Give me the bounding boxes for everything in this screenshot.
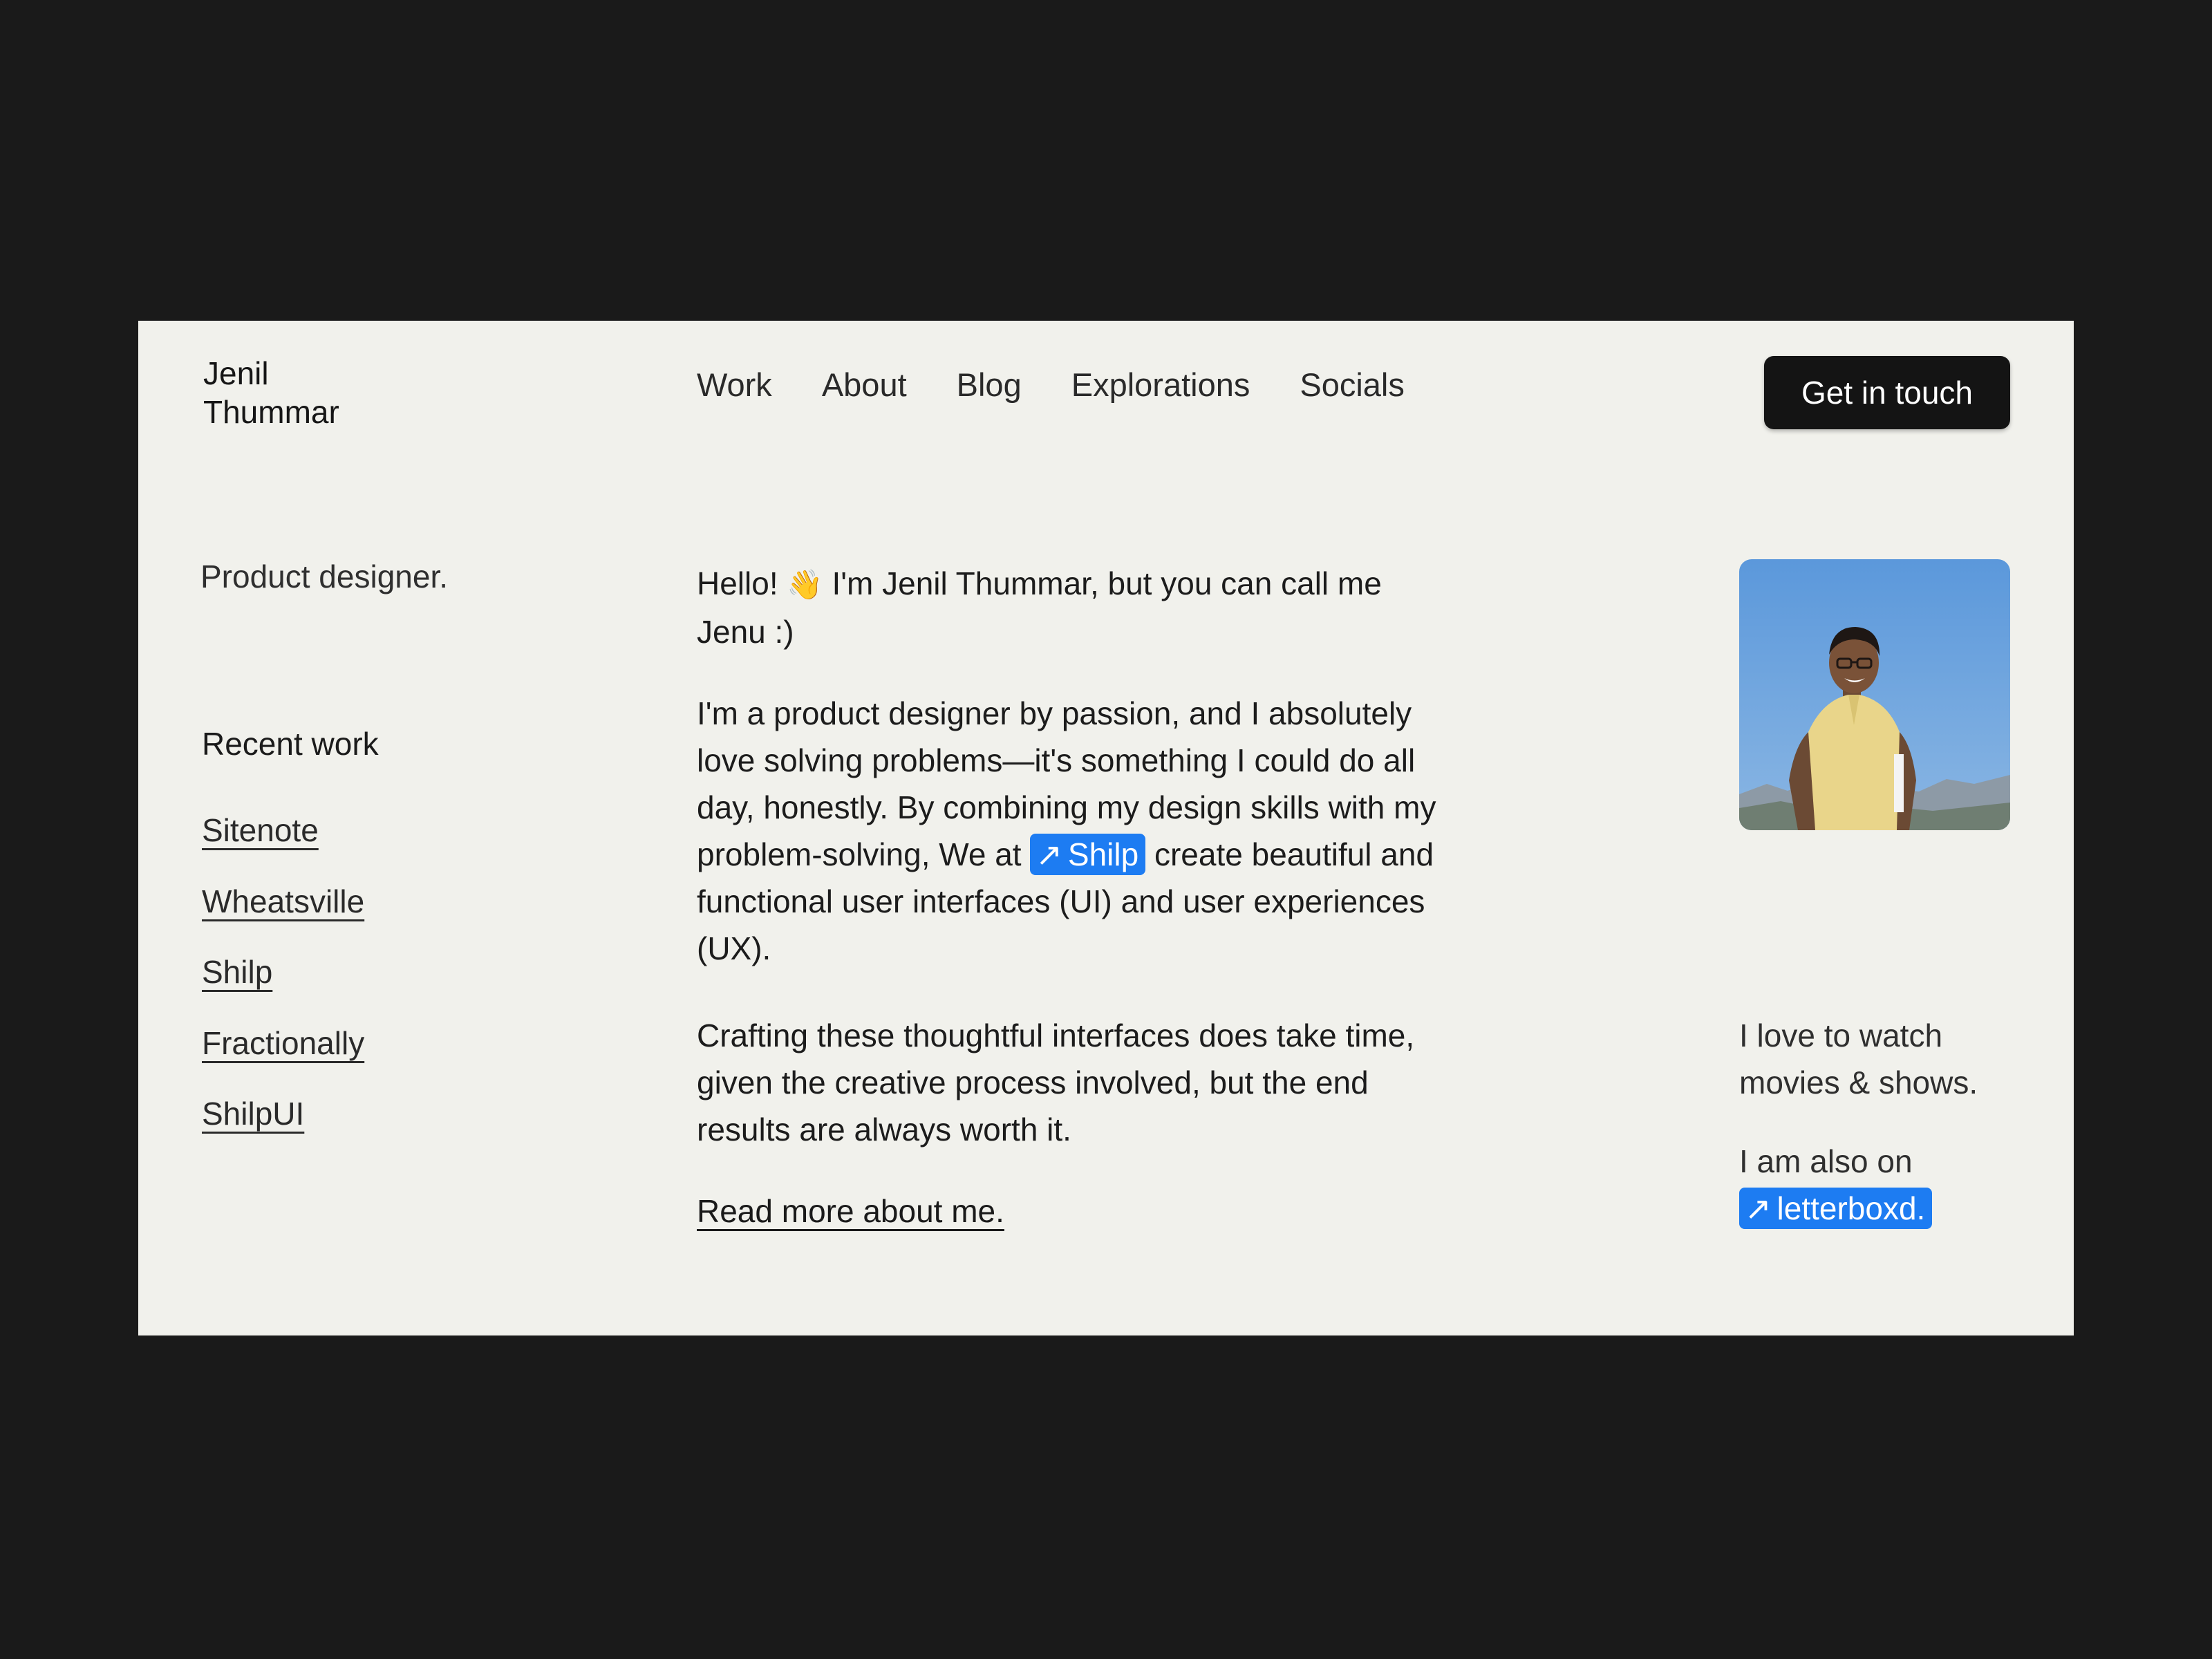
work-link-shilp[interactable]: Shilp	[202, 954, 272, 990]
letterboxd-link-label: letterboxd.	[1777, 1190, 1926, 1226]
list-item: Fractionally	[202, 1022, 364, 1093]
list-item: ShilpUI	[202, 1092, 364, 1163]
arrow-up-right-icon: ↗	[1745, 1190, 1772, 1226]
shilp-link-label: Shilp	[1067, 836, 1139, 872]
tagline: Product designer.	[200, 559, 449, 594]
get-in-touch-button[interactable]: Get in touch	[1764, 356, 2010, 429]
profile-photo	[1739, 559, 2010, 830]
work-link-shilpui[interactable]: ShilpUI	[202, 1096, 304, 1132]
main-nav: Work About Blog Explorations Socials	[697, 362, 1405, 408]
waving-hand-icon: 👋	[787, 568, 823, 601]
crafting-paragraph: Crafting these thoughtful interfaces doe…	[697, 1018, 1415, 1147]
nav-explorations[interactable]: Explorations	[1071, 362, 1250, 408]
nav-about[interactable]: About	[822, 362, 907, 408]
letterboxd-link[interactable]: ↗ letterboxd.	[1739, 1188, 1933, 1229]
hello-paragraph: Hello! 👋 I'm Jenil Thummar, but you can …	[697, 560, 1457, 655]
nav-blog[interactable]: Blog	[957, 362, 1022, 408]
read-more-paragraph: Read more about me.	[697, 1188, 1457, 1235]
also-on-text: I am also on	[1739, 1143, 1913, 1179]
list-item: Sitenote	[202, 809, 364, 880]
work-link-wheatsville[interactable]: Wheatsville	[202, 883, 364, 919]
list-item: Wheatsville	[202, 880, 364, 951]
brand-last-name: Thummar	[203, 394, 339, 430]
work-link-sitenote[interactable]: Sitenote	[202, 812, 319, 848]
list-item: Shilp	[202, 950, 364, 1022]
hello-prefix: Hello!	[697, 565, 778, 601]
recent-work-heading: Recent work	[202, 726, 379, 762]
intro-section: Hello! 👋 I'm Jenil Thummar, but you can …	[697, 560, 1457, 1235]
brand-name[interactable]: Jenil Thummar	[203, 354, 339, 431]
shilp-link[interactable]: ↗ Shilp	[1030, 834, 1146, 875]
brand-first-name: Jenil	[203, 355, 269, 391]
nav-socials[interactable]: Socials	[1300, 362, 1405, 408]
work-link-fractionally[interactable]: Fractionally	[202, 1025, 364, 1061]
aside-section: I love to watch movies & shows. I am als…	[1739, 1012, 2030, 1232]
letterboxd-paragraph: ↗ letterboxd.	[1739, 1185, 2030, 1232]
arrow-up-right-icon: ↗	[1035, 836, 1062, 872]
passion-paragraph: I'm a product designer by passion, and I…	[697, 690, 1457, 972]
nav-work[interactable]: Work	[697, 362, 772, 408]
portfolio-card: Jenil Thummar Work About Blog Exploratio…	[138, 321, 2074, 1335]
read-more-link[interactable]: Read more about me.	[697, 1193, 1004, 1229]
recent-work-list: Sitenote Wheatsville Shilp Fractionally …	[202, 809, 364, 1163]
watch-text: I love to watch movies & shows.	[1739, 1018, 1978, 1100]
